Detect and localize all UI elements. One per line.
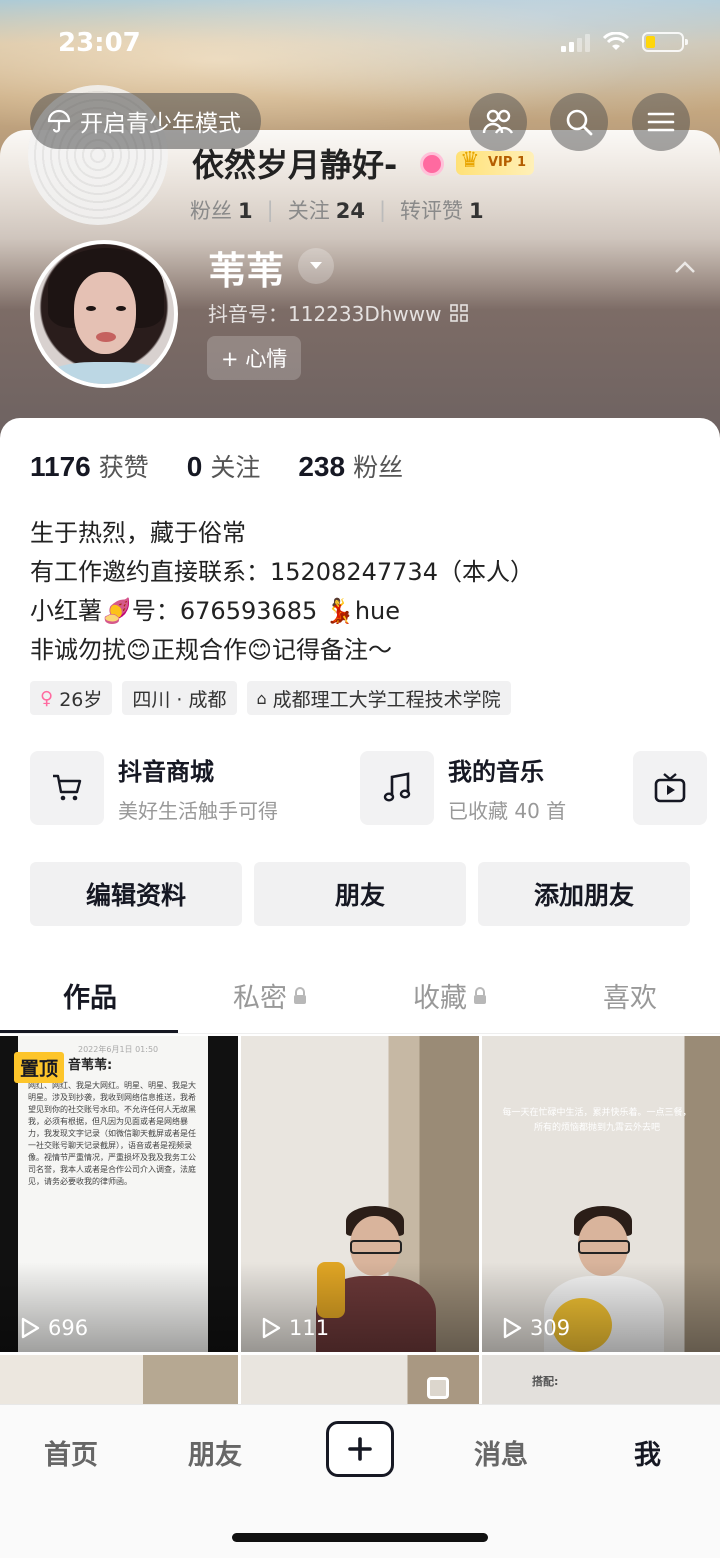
douyin-id[interactable]: 抖音号：112233Dhwww xyxy=(208,298,468,327)
search-button[interactable] xyxy=(550,93,608,151)
nav-home[interactable]: 首页 xyxy=(44,1433,98,1472)
multi-image-icon xyxy=(427,1377,449,1399)
fans-stat[interactable]: 238 粉丝 xyxy=(298,448,403,484)
location-tag: 四川 · 成都 xyxy=(122,681,237,715)
service-title: 我的音乐 xyxy=(448,758,544,786)
tv-entry[interactable] xyxy=(633,751,707,825)
nav-friends[interactable]: 朋友 xyxy=(188,1433,242,1472)
tab-likes[interactable]: 喜欢 xyxy=(540,958,720,1033)
add-friend-button[interactable]: 添加朋友 xyxy=(478,862,690,926)
douyin-id-text: 抖音号：112233Dhwww xyxy=(208,302,442,326)
play-count: 309 xyxy=(502,1316,570,1340)
nickname: 苇苇 xyxy=(208,249,285,293)
friends-button[interactable]: 朋友 xyxy=(254,862,466,926)
friends-button[interactable] xyxy=(469,93,527,151)
tab-favorites[interactable]: 收藏 xyxy=(360,958,540,1033)
umbrella-icon xyxy=(47,109,71,133)
service-subtitle: 已收藏 40 首 xyxy=(448,799,567,823)
edit-profile-button[interactable]: 编辑资料 xyxy=(30,862,242,926)
overlay-text: 每一天在忙碌中生活，累并快乐着。一点三餐，所有的烦恼都抛到九霄云外去吧 xyxy=(502,1108,692,1133)
video-thumbnail[interactable]: 2022年6月1日 01:50 音苇苇: 网红、网红、我是大网红。明星、明星、我… xyxy=(0,1036,238,1352)
chevron-up-icon[interactable] xyxy=(674,256,696,278)
signal-icon xyxy=(561,32,590,52)
youth-mode-button[interactable]: 开启青少年模式 xyxy=(30,93,261,149)
bio: 生于热烈，藏于俗常 有工作邀约直接联系：15208247734（本人） 小红薯🍠… xyxy=(30,514,534,670)
account-switch-button[interactable] xyxy=(298,248,334,284)
play-count: 696 xyxy=(20,1316,88,1340)
caret-down-icon xyxy=(310,262,322,269)
pinned-badge: 置顶 xyxy=(14,1052,65,1083)
search-icon xyxy=(566,109,593,136)
service-entries: 抖音商城美好生活触手可得 我的音乐已收藏 40 首 xyxy=(30,751,720,825)
play-icon xyxy=(503,1317,522,1339)
lock-icon xyxy=(294,986,306,1004)
nav-messages[interactable]: 消息 xyxy=(474,1433,528,1472)
school-tag: ⌂ 成都理工大学工程技术学院 xyxy=(246,681,511,715)
video-thumbnail[interactable]: 每一天在忙碌中生活，累并快乐着。一点三餐，所有的烦恼都抛到九霄云外去吧 309 xyxy=(482,1036,720,1352)
video-thumbnail[interactable]: 111 xyxy=(241,1036,479,1352)
video-grid: 2022年6月1日 01:50 音苇苇: 网红、网红、我是大网红。明星、明星、我… xyxy=(0,1036,720,1415)
profile-card: 1176 获赞 0 关注 238 粉丝 生于热烈，藏于俗常 有工作邀约直接联系：152… xyxy=(0,418,720,1415)
school-icon: ⌂ xyxy=(256,688,267,708)
bio-line: 小红薯🍠号：676593685 💃hue xyxy=(30,597,401,625)
tab-works[interactable]: 作品 xyxy=(0,958,180,1033)
service-subtitle: 美好生活触手可得 xyxy=(118,799,278,823)
douyin-mall-entry[interactable]: 抖音商城美好生活触手可得 xyxy=(30,751,360,825)
youth-mode-label: 开启青少年模式 xyxy=(80,111,241,137)
bio-line: 有工作邀约直接联系：15208247734（本人） xyxy=(30,558,534,586)
people-icon xyxy=(482,109,514,134)
play-icon xyxy=(262,1317,281,1339)
content-tabs: 作品 私密 收藏 喜欢 xyxy=(0,958,720,1034)
female-icon: ♀ xyxy=(40,687,54,709)
plus-icon xyxy=(348,1437,372,1461)
nav-me[interactable]: 我 xyxy=(634,1433,661,1472)
service-title: 抖音商城 xyxy=(118,758,214,786)
battery-icon xyxy=(642,32,688,52)
bio-line: 非诚勿扰😊正规合作😊记得备注～ xyxy=(30,636,393,664)
profile-stats: 1176 获赞 0 关注 238 粉丝 xyxy=(30,448,403,484)
bio-line: 生于热烈，藏于俗常 xyxy=(30,519,246,547)
home-indicator xyxy=(232,1533,488,1542)
following-stat[interactable]: 0 关注 xyxy=(187,448,261,484)
play-count: 111 xyxy=(261,1316,329,1340)
menu-button[interactable] xyxy=(632,93,690,151)
vip-badge: ♛ VIP 1 xyxy=(456,148,534,175)
qr-code-icon[interactable] xyxy=(449,303,468,322)
lock-icon xyxy=(474,986,486,1004)
status-icons xyxy=(561,32,688,52)
crown-icon: ♛ xyxy=(460,148,480,173)
cart-icon xyxy=(30,751,104,825)
age-tag: ♀ 26岁 xyxy=(30,681,113,715)
bottom-navigation: 首页 朋友 消息 我 xyxy=(0,1404,720,1558)
play-icon xyxy=(21,1317,40,1339)
status-time: 23:07 xyxy=(58,28,141,58)
thumbnail-label: 搭配: xyxy=(532,1375,559,1388)
create-button[interactable] xyxy=(326,1421,394,1477)
menu-icon xyxy=(647,112,675,132)
profile-actions: 编辑资料 朋友 添加朋友 xyxy=(30,862,690,926)
tab-private[interactable]: 私密 xyxy=(180,958,360,1033)
overlay-stats: 粉丝 1 | 关注 24 | 转评赞 1 xyxy=(190,198,484,223)
music-note-icon xyxy=(360,751,434,825)
profile-tags: ♀ 26岁 四川 · 成都 ⌂ 成都理工大学工程技术学院 xyxy=(30,681,511,715)
avatar[interactable] xyxy=(30,240,178,388)
wifi-icon xyxy=(602,32,630,50)
female-badge-icon xyxy=(420,152,444,176)
add-mood-button[interactable]: + 心情 xyxy=(207,336,302,380)
tv-icon xyxy=(654,773,686,803)
likes-stat[interactable]: 1176 获赞 xyxy=(30,448,149,484)
